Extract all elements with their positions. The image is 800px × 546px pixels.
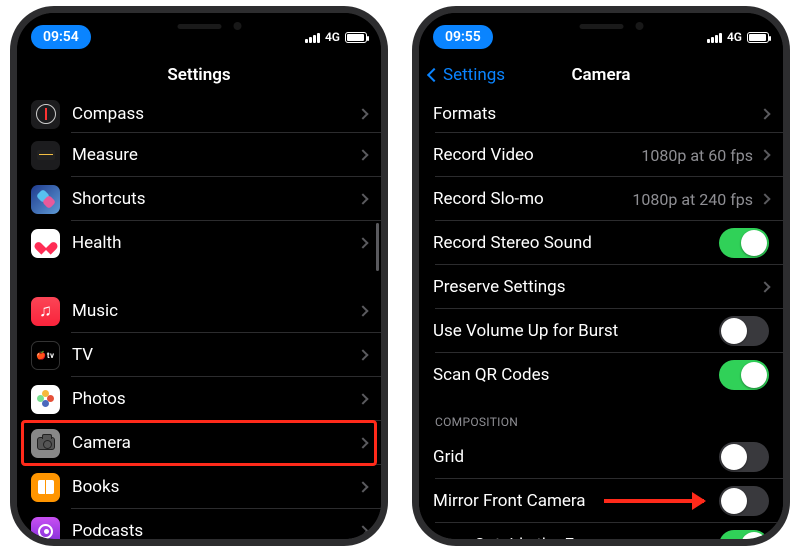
scroll-indicator[interactable]: [376, 223, 379, 271]
chevron-right-icon: [759, 149, 770, 160]
row-measure[interactable]: Measure: [17, 133, 381, 177]
health-icon: [31, 229, 60, 258]
section-header-composition: COMPOSITION: [419, 397, 783, 435]
nav-bar: Settings Camera: [419, 55, 783, 95]
chevron-right-icon: [357, 108, 368, 119]
chevron-right-icon: [357, 525, 368, 536]
row-label: Formats: [433, 104, 761, 124]
back-button[interactable]: Settings: [429, 55, 505, 95]
measure-icon: [31, 141, 60, 170]
notch: [117, 13, 282, 39]
page-title: Camera: [571, 65, 630, 85]
row-mirror-front: Mirror Front Camera: [419, 479, 783, 523]
chevron-right-icon: [357, 349, 368, 360]
back-label: Settings: [443, 65, 505, 85]
phone-left: 09:54 4G Settings Compass: [10, 6, 388, 546]
chevron-right-icon: [357, 237, 368, 248]
screen-camera-settings: 09:55 4G Settings Camera Formats: [419, 13, 783, 539]
photos-icon: [31, 385, 60, 414]
battery-icon: [345, 32, 367, 43]
books-icon: [31, 473, 60, 502]
compass-icon: [31, 100, 60, 129]
screen-settings: 09:54 4G Settings Compass: [17, 13, 381, 539]
row-detail: 1080p at 240 fps: [632, 190, 753, 209]
status-time[interactable]: 09:55: [433, 25, 493, 49]
row-scan-qr: Scan QR Codes: [419, 353, 783, 397]
row-label: Use Volume Up for Burst: [433, 321, 719, 341]
row-label: Record Stereo Sound: [433, 233, 719, 253]
row-label: Shortcuts: [72, 189, 359, 209]
row-camera[interactable]: Camera: [17, 421, 381, 465]
shortcuts-icon: [31, 185, 60, 214]
toggle-stereo-sound[interactable]: [719, 228, 769, 258]
row-music[interactable]: ♫ Music: [17, 289, 381, 333]
row-label: View Outside the Frame: [433, 535, 719, 539]
toggle-scan-qr[interactable]: [719, 360, 769, 390]
chevron-right-icon: [759, 108, 770, 119]
row-label: Health: [72, 233, 359, 253]
chevron-right-icon: [357, 193, 368, 204]
row-label: TV: [72, 345, 359, 365]
row-tv[interactable]: 🍎tv TV: [17, 333, 381, 377]
chevron-right-icon: [357, 149, 368, 160]
row-compass[interactable]: Compass: [17, 95, 381, 133]
podcasts-icon: [31, 517, 60, 540]
chevron-right-icon: [357, 437, 368, 448]
row-label: Camera: [72, 433, 359, 453]
row-record-video[interactable]: Record Video 1080p at 60 fps: [419, 133, 783, 177]
row-grid: Grid: [419, 435, 783, 479]
row-podcasts[interactable]: Podcasts: [17, 509, 381, 539]
phone-right: 09:55 4G Settings Camera Formats: [412, 6, 790, 546]
toggle-grid[interactable]: [719, 442, 769, 472]
row-label: Music: [72, 301, 359, 321]
row-preserve-settings[interactable]: Preserve Settings: [419, 265, 783, 309]
camera-icon: [31, 429, 60, 458]
page-title: Settings: [167, 65, 230, 85]
signal-icon: [305, 32, 320, 43]
row-label: Podcasts: [72, 521, 359, 539]
row-label: Scan QR Codes: [433, 365, 719, 385]
row-label: Books: [72, 477, 359, 497]
notch: [519, 13, 684, 39]
row-label: Grid: [433, 447, 719, 467]
chevron-right-icon: [759, 193, 770, 204]
camera-settings-list[interactable]: Formats Record Video 1080p at 60 fps Rec…: [419, 95, 783, 539]
row-detail: 1080p at 60 fps: [641, 146, 753, 165]
row-label: Record Slo-mo: [433, 189, 632, 209]
chevron-right-icon: [759, 281, 770, 292]
chevron-right-icon: [357, 393, 368, 404]
row-label: Photos: [72, 389, 359, 409]
row-stereo-sound: Record Stereo Sound: [419, 221, 783, 265]
battery-icon: [747, 32, 769, 43]
row-label: Record Video: [433, 145, 641, 165]
row-label: Compass: [72, 104, 359, 124]
network-label: 4G: [325, 30, 340, 44]
nav-bar: Settings: [17, 55, 381, 95]
row-photos[interactable]: Photos: [17, 377, 381, 421]
row-formats[interactable]: Formats: [419, 95, 783, 133]
row-label: Preserve Settings: [433, 277, 761, 297]
chevron-left-icon: [427, 68, 441, 82]
annotation-arrow: [604, 499, 704, 503]
network-label: 4G: [727, 30, 742, 44]
row-volume-burst: Use Volume Up for Burst: [419, 309, 783, 353]
row-view-outside-frame: View Outside the Frame: [419, 523, 783, 539]
row-label: Measure: [72, 145, 359, 165]
music-icon: ♫: [31, 297, 60, 326]
chevron-right-icon: [357, 481, 368, 492]
toggle-view-outside[interactable]: [719, 530, 769, 539]
toggle-mirror-front[interactable]: [719, 486, 769, 516]
settings-list[interactable]: Compass Measure Shortcuts: [17, 95, 381, 539]
row-books[interactable]: Books: [17, 465, 381, 509]
row-record-slomo[interactable]: Record Slo-mo 1080p at 240 fps: [419, 177, 783, 221]
tv-icon: 🍎tv: [31, 341, 60, 370]
signal-icon: [707, 32, 722, 43]
status-time[interactable]: 09:54: [31, 25, 91, 49]
row-shortcuts[interactable]: Shortcuts: [17, 177, 381, 221]
row-health[interactable]: Health: [17, 221, 381, 265]
toggle-volume-burst[interactable]: [719, 316, 769, 346]
chevron-right-icon: [357, 305, 368, 316]
